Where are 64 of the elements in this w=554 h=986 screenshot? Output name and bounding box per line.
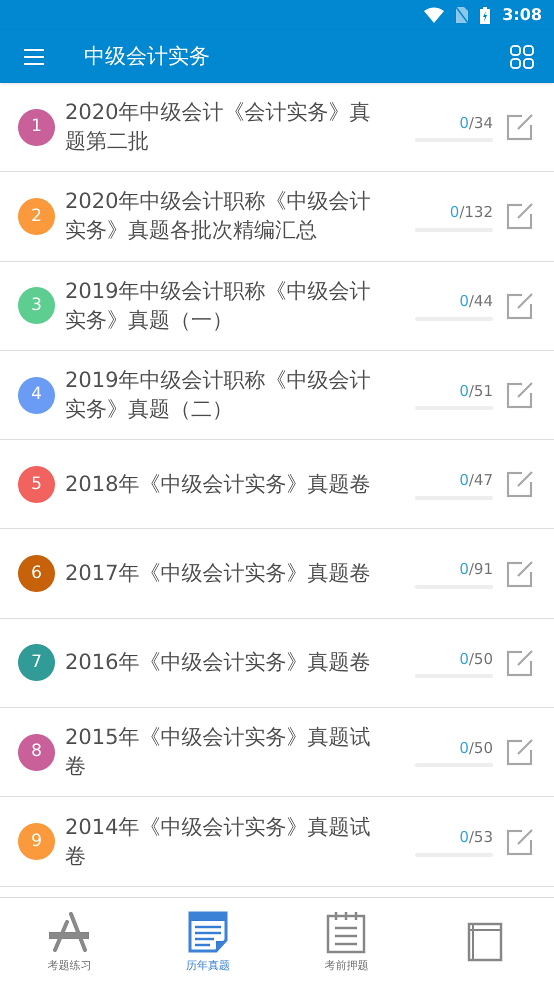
answered-count: 0 <box>459 470 469 492</box>
paper-title: 2020年中级会计职称《中级会计实务》真题各批次精编汇总 <box>65 188 372 244</box>
answered-count: 0 <box>459 738 469 759</box>
number-badge: 9 <box>18 823 55 860</box>
app-title: 中级会计实务 <box>84 42 210 70</box>
edit-icon[interactable] <box>506 381 534 410</box>
edit-icon[interactable] <box>506 560 534 588</box>
answered-count: 0 <box>459 827 469 848</box>
question-total: /50 <box>468 738 493 759</box>
number-badge: 4 <box>18 376 55 414</box>
paper-title: 2017年《中级会计实务》真题卷 <box>65 560 372 588</box>
edit-icon[interactable] <box>506 202 534 230</box>
number-badge: 7 <box>18 644 55 682</box>
question-total: /132 <box>459 202 493 224</box>
answered-count: 0 <box>459 291 469 312</box>
edit-icon[interactable] <box>506 828 534 856</box>
edit-icon[interactable] <box>506 113 534 142</box>
number-badge: 8 <box>18 734 55 771</box>
paper-row[interactable]: 5 2018年《中级会计实务》真题卷 0/47 <box>0 440 554 530</box>
paper-row[interactable]: 9 2014年《中级会计实务》真题试卷 0/53 <box>0 797 554 887</box>
number-badge: 2 <box>18 198 55 235</box>
status-time: 3:08 <box>502 4 542 26</box>
nav-tab[interactable]: 考题练习 <box>0 898 138 986</box>
question-total: /34 <box>468 112 493 134</box>
paper-title: 2019年中级会计职称《中级会计实务》真题（二） <box>65 367 372 424</box>
paper-title: 2016年《中级会计实务》真题卷 <box>65 649 372 676</box>
paper-row[interactable]: 8 2015年《中级会计实务》真题试卷 0/50 <box>0 708 554 798</box>
answered-count: 0 <box>459 112 469 134</box>
answered-count: 0 <box>459 648 469 670</box>
edit-icon[interactable] <box>506 648 534 677</box>
answered-count: 0 <box>450 202 460 224</box>
edit-icon[interactable] <box>506 292 534 320</box>
paper-row[interactable]: 2 2020年中级会计职称《中级会计实务》真题各批次精编汇总 0/132 <box>0 172 554 262</box>
paper-title: 2020年中级会计《会计实务》真题第二批 <box>65 99 372 156</box>
paper-row[interactable]: 1 2020年中级会计《会计实务》真题第二批 0/34 <box>0 83 554 172</box>
paper-title: 2015年《中级会计实务》真题试卷 <box>65 724 372 780</box>
answered-count: 0 <box>459 559 469 580</box>
paper-row[interactable]: 7 2016年《中级会计实务》真题卷 0/50 <box>0 618 554 708</box>
edit-icon[interactable] <box>506 470 534 498</box>
answered-count: 0 <box>459 380 469 402</box>
edit-icon[interactable] <box>506 738 534 766</box>
number-badge: 1 <box>18 108 55 146</box>
question-total: /50 <box>468 648 493 670</box>
paper-row[interactable]: 3 2019年中级会计职称《中级会计实务》真题（一） 0/44 <box>0 262 554 351</box>
nav-tab[interactable]: 历年真题 <box>138 898 277 986</box>
grid-icon[interactable] <box>510 44 534 68</box>
paper-title: 2014年《中级会计实务》真题试卷 <box>65 814 372 870</box>
nav-tab[interactable]: 考前押题 <box>277 898 416 986</box>
battery-charging-icon <box>480 6 490 24</box>
menu-button[interactable] <box>24 48 44 64</box>
question-total: /47 <box>468 470 493 492</box>
paper-title: 2018年《中级会计实务》真题卷 <box>65 470 372 498</box>
number-badge: 5 <box>18 466 55 503</box>
question-total: /44 <box>468 291 493 312</box>
question-total: /53 <box>468 827 493 848</box>
paper-row[interactable]: 6 2017年《中级会计实务》真题卷 0/91 <box>0 529 554 619</box>
question-total: /91 <box>468 559 493 580</box>
number-badge: 3 <box>18 287 55 324</box>
paper-title: 2019年中级会计职称《中级会计实务》真题（一） <box>65 278 372 334</box>
wifi-icon <box>424 7 444 23</box>
no-sim-icon <box>456 7 468 23</box>
paper-row[interactable]: 4 2019年中级会计职称《中级会计实务》真题（二） 0/51 <box>0 350 554 440</box>
question-total: /51 <box>468 380 493 402</box>
number-badge: 6 <box>18 555 55 592</box>
